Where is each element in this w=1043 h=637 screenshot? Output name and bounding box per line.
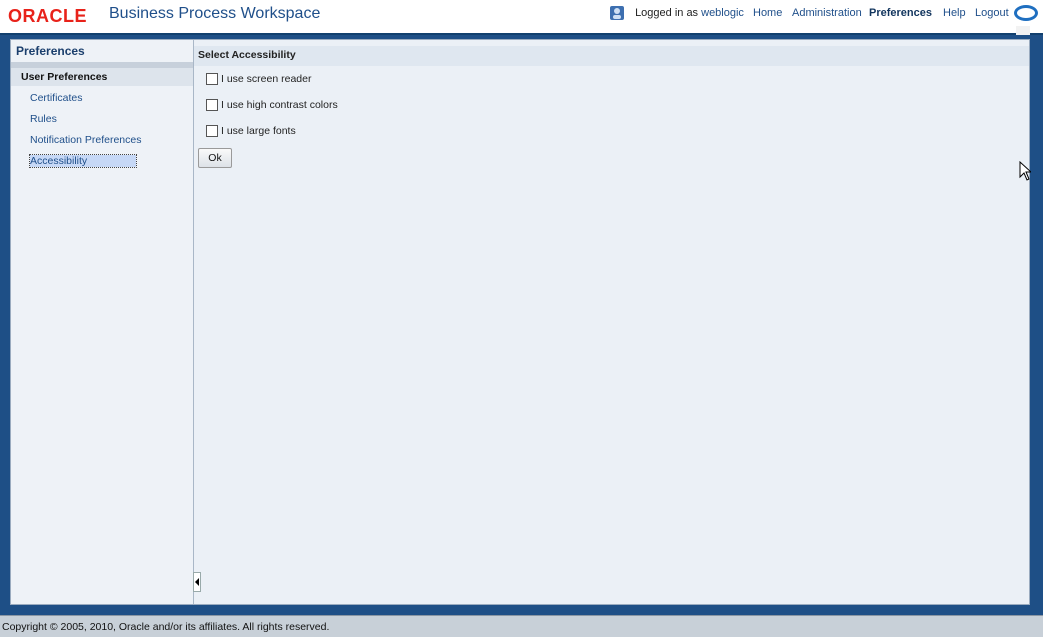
option-high-contrast: I use high contrast colors [206, 99, 338, 112]
accessibility-panel: Select Accessibility I use screen reader… [194, 40, 1029, 604]
preferences-sidebar: Preferences User Preferences Certificate… [11, 40, 194, 604]
mouse-pointer-icon [1019, 161, 1031, 181]
sidebar-item-accessibility[interactable]: Accessibility [29, 154, 137, 168]
option-large-fonts: I use large fonts [206, 125, 296, 138]
sidebar-item-rules[interactable]: Rules [30, 113, 57, 125]
scroll-up-icon[interactable] [1016, 26, 1030, 35]
nav-home[interactable]: Home [753, 7, 782, 19]
section-title: User Preferences [21, 71, 108, 83]
user-status-icon [610, 6, 624, 20]
large-fonts-label: I use large fonts [221, 125, 296, 137]
screen-reader-checkbox[interactable] [206, 73, 218, 86]
copyright-text: Copyright © 2005, 2010, Oracle and/or it… [2, 621, 330, 633]
user-status: Logged in as weblogic [610, 6, 744, 20]
screen-reader-label: I use screen reader [221, 73, 312, 85]
section-header: User Preferences [11, 68, 193, 86]
main-frame: Preferences User Preferences Certificate… [10, 39, 1030, 605]
app-header: ORACLE Business Process Workspace Logged… [0, 0, 1043, 35]
ok-button[interactable]: Ok [198, 148, 232, 168]
user-name: weblogic [701, 6, 744, 19]
option-screen-reader: I use screen reader [206, 73, 312, 86]
sidebar-title: Preferences [16, 44, 85, 58]
nav-logout[interactable]: Logout [975, 7, 1009, 19]
panel-title: Select Accessibility [198, 49, 296, 61]
page-footer: Copyright © 2005, 2010, Oracle and/or it… [0, 615, 1043, 637]
oracle-o-icon [1014, 5, 1038, 21]
app-title: Business Process Workspace [109, 5, 321, 22]
sidebar-item-certificates[interactable]: Certificates [30, 92, 83, 104]
logged-in-label: Logged in as [635, 6, 699, 19]
oracle-logo: ORACLE [8, 6, 87, 26]
nav-help[interactable]: Help [943, 7, 966, 19]
panel-header: Select Accessibility [194, 46, 1029, 66]
nav-administration[interactable]: Administration [792, 7, 862, 19]
high-contrast-checkbox[interactable] [206, 99, 218, 112]
nav-preferences[interactable]: Preferences [869, 7, 932, 19]
sidebar-item-notification-preferences[interactable]: Notification Preferences [30, 134, 141, 146]
high-contrast-label: I use high contrast colors [221, 99, 338, 111]
large-fonts-checkbox[interactable] [206, 125, 218, 138]
